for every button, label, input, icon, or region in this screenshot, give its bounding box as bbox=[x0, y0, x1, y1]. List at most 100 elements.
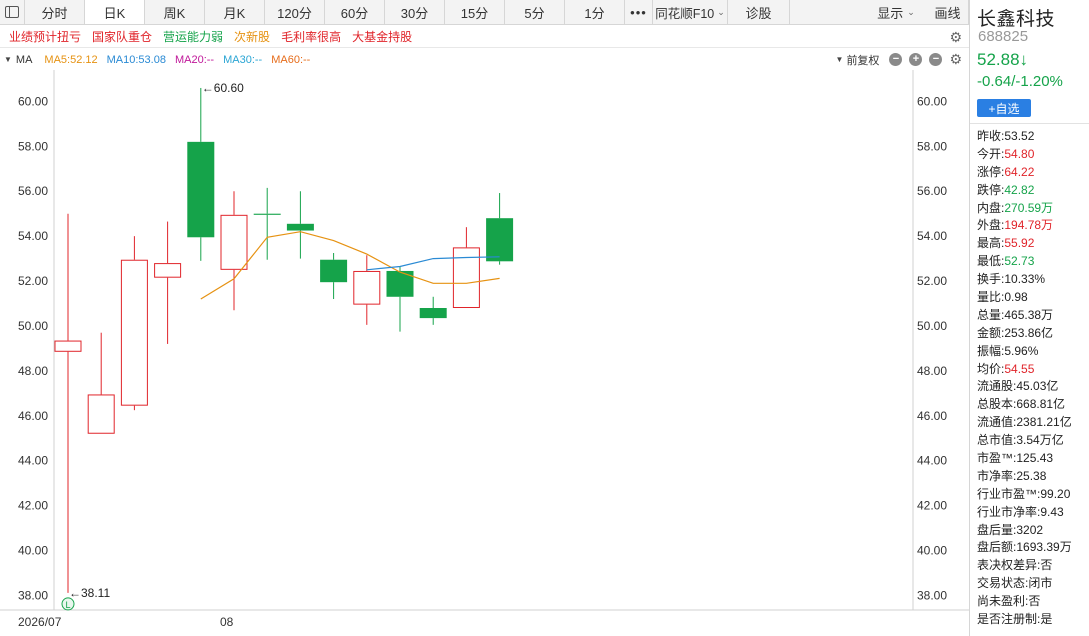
gear-icon[interactable]: ⚙ bbox=[949, 51, 962, 68]
more-button[interactable]: ••• bbox=[625, 0, 653, 24]
candle-body bbox=[253, 213, 281, 215]
price-adjust-dropdown[interactable]: 前复权 bbox=[846, 52, 879, 68]
panel-icon bbox=[5, 6, 19, 18]
quote-stat-value: 99.20 bbox=[1040, 486, 1071, 501]
quote-stat-label: 是否注册制: bbox=[977, 612, 1041, 627]
quote-stat-value: 42.82 bbox=[1004, 182, 1035, 197]
quote-stat-label: 交易状态: bbox=[977, 576, 1029, 591]
tab-30min[interactable]: 30分 bbox=[385, 0, 445, 24]
quote-stat-row: 是否注册制:是 bbox=[977, 611, 1089, 629]
tab-5min[interactable]: 5分 bbox=[505, 0, 565, 24]
quote-stat-label: 流通值: bbox=[977, 415, 1017, 430]
kline-chart-svg: 60.00 60.00 58.00 58.00 56.00 56.00 54.00 54.00… bbox=[0, 70, 969, 629]
quote-stat-row: 涨停:64.22 bbox=[977, 164, 1089, 182]
chevron-down-icon[interactable]: ▼ bbox=[836, 55, 844, 64]
tab-1min[interactable]: 1分 bbox=[565, 0, 625, 24]
ma60-value: MA60:-- bbox=[271, 53, 311, 66]
zoom-out-icon[interactable]: − bbox=[889, 53, 903, 66]
tag-5[interactable]: 大基金持股 bbox=[352, 28, 412, 45]
last-price: 52.88↓ bbox=[977, 50, 1029, 69]
y-tick-label-left: 48.00 bbox=[18, 364, 48, 378]
display-dropdown[interactable]: 显示 ⌄ bbox=[865, 0, 927, 24]
draw-line-button[interactable]: 画线 bbox=[927, 0, 969, 24]
price-change: -0.64/-1.20% bbox=[977, 73, 1063, 90]
collapse-icon[interactable]: − bbox=[929, 53, 943, 66]
quote-stat-value: 52.73 bbox=[1004, 254, 1035, 269]
x-tick-label: 08 bbox=[220, 615, 234, 629]
quote-stat-row: 总股本:668.81亿 bbox=[977, 396, 1089, 414]
quote-stat-row: 盘后量:3202 bbox=[977, 522, 1089, 540]
stock-name: 长鑫科技 bbox=[977, 9, 1056, 30]
quote-stat-row: 外盘:194.78万 bbox=[977, 217, 1089, 235]
tab-60min[interactable]: 60分 bbox=[325, 0, 385, 24]
quote-stat-row: 盘后额:1693.39万 bbox=[977, 539, 1089, 557]
tag-2[interactable]: 营运能力弱 bbox=[163, 28, 223, 45]
diagnose-button[interactable]: 诊股 bbox=[728, 0, 790, 24]
quote-stat-label: 振幅: bbox=[977, 343, 1005, 358]
x-tick-label: 2026/07 bbox=[18, 615, 62, 629]
quote-stat-label: 盘后额: bbox=[977, 540, 1017, 555]
ma10-value: MA10:53.08 bbox=[106, 53, 166, 66]
quote-stat-row: 交易状态:闭市 bbox=[977, 575, 1089, 593]
y-tick-label-right: 40.00 bbox=[917, 543, 947, 557]
quote-stat-label: 昨收: bbox=[977, 129, 1005, 143]
kline-chart[interactable]: 60.00 60.00 58.00 58.00 56.00 56.00 54.00 54.00… bbox=[0, 70, 969, 636]
quote-stat-value: 10.33% bbox=[1004, 272, 1046, 287]
y-tick-label-right: 44.00 bbox=[917, 454, 947, 468]
tag-1[interactable]: 国家队重仓 bbox=[92, 28, 152, 45]
gear-icon[interactable]: ⚙ bbox=[949, 29, 962, 46]
tag-0[interactable]: 业绩预计扭亏 bbox=[9, 28, 81, 45]
quote-stat-row: 内盘:270.59万 bbox=[977, 200, 1089, 218]
quote-stat-row: 市净率:25.38 bbox=[977, 468, 1089, 486]
quote-stat-row: 表决权差异:否 bbox=[977, 557, 1089, 575]
quote-stat-label: 今开: bbox=[977, 146, 1005, 161]
tab-weekly-k[interactable]: 周K bbox=[145, 0, 205, 24]
candle-body bbox=[286, 223, 314, 231]
y-tick-label-right: 46.00 bbox=[917, 409, 947, 423]
candle-body bbox=[486, 218, 514, 262]
tab-monthly-k[interactable]: 月K bbox=[205, 0, 265, 24]
concept-tag-bar: 业绩预计扭亏 国家队重仓 营运能力弱 次新股 毛利率很高 大基金持股 ⚙ bbox=[0, 26, 969, 48]
sidebar-toggle-button[interactable] bbox=[0, 0, 25, 24]
quote-stat-label: 量比: bbox=[977, 290, 1005, 305]
quote-stat-label: 流通股: bbox=[977, 379, 1017, 394]
zoom-in-icon[interactable]: + bbox=[909, 53, 923, 66]
y-tick-label-left: 54.00 bbox=[18, 229, 48, 243]
candle-body bbox=[419, 308, 447, 319]
quote-stat-label: 外盘: bbox=[977, 218, 1005, 233]
quote-stat-value: 1693.39万 bbox=[1016, 540, 1072, 555]
quote-stat-value: 0.98 bbox=[1004, 290, 1028, 305]
quote-stat-label: 最高: bbox=[977, 236, 1005, 251]
ma-indicator-name[interactable]: MA bbox=[16, 54, 33, 66]
y-tick-label-right: 38.00 bbox=[917, 588, 947, 602]
y-tick-label-left: 44.00 bbox=[18, 454, 48, 468]
ma30-value: MA30:-- bbox=[223, 53, 263, 66]
stock-code: 688825 bbox=[978, 28, 1029, 45]
quote-stat-label: 盘后量: bbox=[977, 522, 1017, 537]
tab-15min[interactable]: 15分 bbox=[445, 0, 505, 24]
y-tick-label-right: 48.00 bbox=[917, 364, 947, 378]
candle-body bbox=[320, 259, 348, 283]
candle-body bbox=[187, 141, 215, 238]
quote-stat-label: 市盈™: bbox=[977, 451, 1017, 466]
quote-stat-value: 45.03亿 bbox=[1016, 379, 1059, 394]
tab-120min[interactable]: 120分 bbox=[265, 0, 325, 24]
quote-stat-value: 54.80 bbox=[1004, 146, 1035, 161]
tag-4[interactable]: 毛利率很高 bbox=[281, 28, 341, 45]
chevron-down-icon[interactable]: ▼ bbox=[4, 55, 12, 64]
quote-stat-label: 内盘: bbox=[977, 200, 1005, 215]
tab-fenshi[interactable]: 分时 bbox=[25, 0, 85, 24]
tab-daily-k[interactable]: 日K bbox=[85, 0, 145, 24]
quote-stat-row: 换手:10.33% bbox=[977, 271, 1089, 289]
candle-body bbox=[54, 340, 82, 352]
add-watchlist-button[interactable]: +自选 bbox=[977, 99, 1031, 117]
quote-stat-value: 3.54万亿 bbox=[1016, 433, 1064, 448]
f10-dropdown[interactable]: 同花顺F10 ⌄ bbox=[653, 0, 728, 24]
candle-body bbox=[120, 259, 148, 406]
tag-3[interactable]: 次新股 bbox=[234, 28, 270, 45]
quote-stat-label: 表决权差异: bbox=[977, 558, 1041, 573]
candle-body bbox=[87, 394, 115, 434]
chevron-down-icon: ⌄ bbox=[717, 6, 725, 17]
quote-stat-value: 465.38万 bbox=[1004, 307, 1054, 322]
quote-stats-list: 昨收:53.52 今开:54.80 涨停:64.22 跌停:42.82 内盘:270.5… bbox=[977, 128, 1089, 629]
